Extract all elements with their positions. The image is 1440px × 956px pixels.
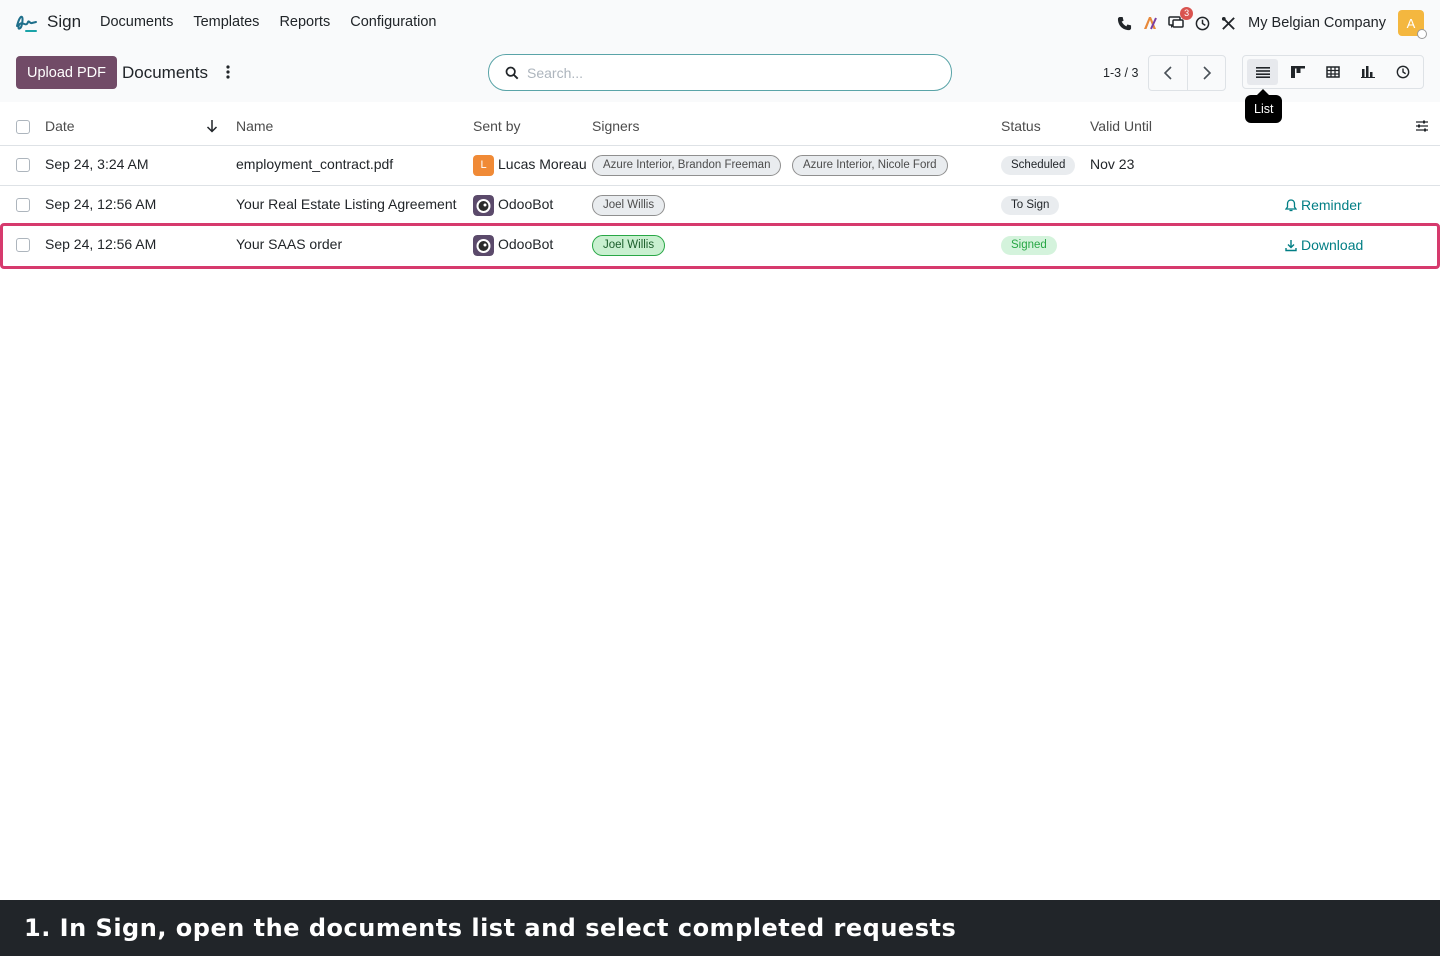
table-row[interactable]: Sep 24, 3:24 AM employment_contract.pdf … (0, 146, 1440, 186)
row-checkbox[interactable] (16, 238, 30, 252)
download-icon (1285, 239, 1297, 251)
status-badge: Signed (1001, 236, 1057, 255)
column-sent-by[interactable]: Sent by (473, 118, 520, 134)
download-label: Download (1301, 237, 1364, 253)
sign-app-icon[interactable] (14, 10, 38, 34)
optional-columns-icon[interactable] (1415, 119, 1429, 133)
bar-chart-icon (1360, 66, 1375, 78)
pager-next-button[interactable] (1187, 56, 1225, 90)
table-header: Date Name Sent by Signers Status Valid U… (0, 106, 1440, 146)
graph-view-button[interactable] (1352, 59, 1383, 85)
tools-icon[interactable] (1220, 15, 1236, 31)
pager-buttons (1148, 55, 1226, 91)
signer-badge: Azure Interior, Nicole Ford (792, 155, 948, 176)
row-date: Sep 24, 3:24 AM (45, 156, 149, 172)
actions-menu-icon[interactable] (222, 63, 234, 81)
kanban-icon (1290, 66, 1305, 78)
chevron-right-icon (1202, 66, 1211, 80)
row-name: Your Real Estate Listing Agreement (236, 196, 457, 212)
reminder-label: Reminder (1301, 197, 1362, 213)
table-row[interactable]: Sep 24, 12:56 AM Your SAAS order OdooBot… (0, 223, 1440, 269)
menu-reports[interactable]: Reports (279, 14, 330, 30)
row-sender: Lucas Moreau (498, 156, 587, 172)
row-checkbox[interactable] (16, 198, 30, 212)
company-switcher[interactable]: My Belgian Company (1248, 15, 1386, 31)
sender-avatar: L (473, 155, 494, 176)
phone-icon[interactable] (1116, 15, 1132, 31)
list-view-button[interactable] (1247, 59, 1278, 85)
select-all-checkbox[interactable] (16, 120, 30, 134)
signer-badge: Joel Willis (592, 235, 666, 256)
pivot-view-button[interactable] (1317, 59, 1348, 85)
row-date: Sep 24, 12:56 AM (45, 236, 157, 252)
main-menu: Documents Templates Reports Configuratio… (100, 14, 456, 30)
messages-badge: 3 (1180, 7, 1194, 20)
row-valid-until: Nov 23 (1090, 156, 1135, 172)
column-status[interactable]: Status (1001, 118, 1041, 134)
row-date: Sep 24, 12:56 AM (45, 196, 157, 212)
reminder-button[interactable]: Reminder (1285, 197, 1362, 213)
pager-value[interactable]: 1-3 / 3 (1103, 66, 1138, 80)
column-valid-until[interactable]: Valid Until (1090, 118, 1152, 134)
column-signers[interactable]: Signers (592, 118, 639, 134)
pager-previous-button[interactable] (1149, 56, 1187, 90)
clock-icon[interactable] (1194, 15, 1210, 31)
row-name: employment_contract.pdf (236, 156, 394, 172)
search-bar (488, 54, 952, 91)
upload-pdf-button[interactable]: Upload PDF (16, 56, 117, 89)
list-icon (1255, 67, 1270, 78)
presence-dot (1417, 29, 1427, 39)
systray: 3 My Belgian Company A (1106, 7, 1427, 39)
breadcrumb: Documents (122, 63, 208, 82)
user-avatar[interactable]: A (1398, 10, 1427, 39)
signer-badge: Azure Interior, Brandon Freeman (592, 155, 782, 176)
tutorial-caption: 1. In Sign, open the documents list and … (0, 900, 1440, 956)
kanban-view-button[interactable] (1282, 59, 1313, 85)
activity-view-button[interactable] (1387, 59, 1418, 85)
row-checkbox[interactable] (16, 158, 30, 172)
search-input[interactable] (527, 64, 927, 81)
clock-icon (1396, 65, 1409, 79)
odoobot-avatar (473, 195, 494, 216)
column-name[interactable]: Name (236, 118, 273, 134)
top-navbar: Sign Documents Templates Reports Configu… (0, 0, 1440, 46)
row-name: Your SAAS order (236, 236, 343, 252)
row-sender: OdooBot (498, 236, 554, 252)
table-icon (1325, 66, 1340, 78)
view-switcher (1242, 55, 1424, 89)
bell-icon (1285, 198, 1297, 211)
user-initial: A (1406, 15, 1416, 31)
status-badge: To Sign (1001, 196, 1060, 215)
table-row[interactable]: Sep 24, 12:56 AM Your Real Estate Listin… (0, 186, 1440, 226)
status-badge: Scheduled (1001, 156, 1076, 175)
signer-badge: Joel Willis (592, 195, 666, 216)
search-icon (505, 66, 519, 79)
odoobot-avatar (473, 235, 494, 256)
control-panel: Upload PDF Documents 1-3 / 3 (0, 46, 1440, 102)
row-sender: OdooBot (498, 196, 554, 212)
chevron-left-icon (1163, 66, 1172, 80)
column-date[interactable]: Date (45, 118, 75, 134)
download-button[interactable]: Download (1285, 237, 1363, 253)
menu-documents[interactable]: Documents (100, 14, 173, 30)
ai-icon[interactable] (1142, 15, 1158, 31)
messages-icon[interactable]: 3 (1168, 7, 1194, 31)
sort-arrow-down-icon[interactable] (206, 119, 218, 133)
menu-templates[interactable]: Templates (193, 14, 259, 30)
app-name[interactable]: Sign (47, 12, 81, 32)
menu-configuration[interactable]: Configuration (350, 14, 436, 30)
